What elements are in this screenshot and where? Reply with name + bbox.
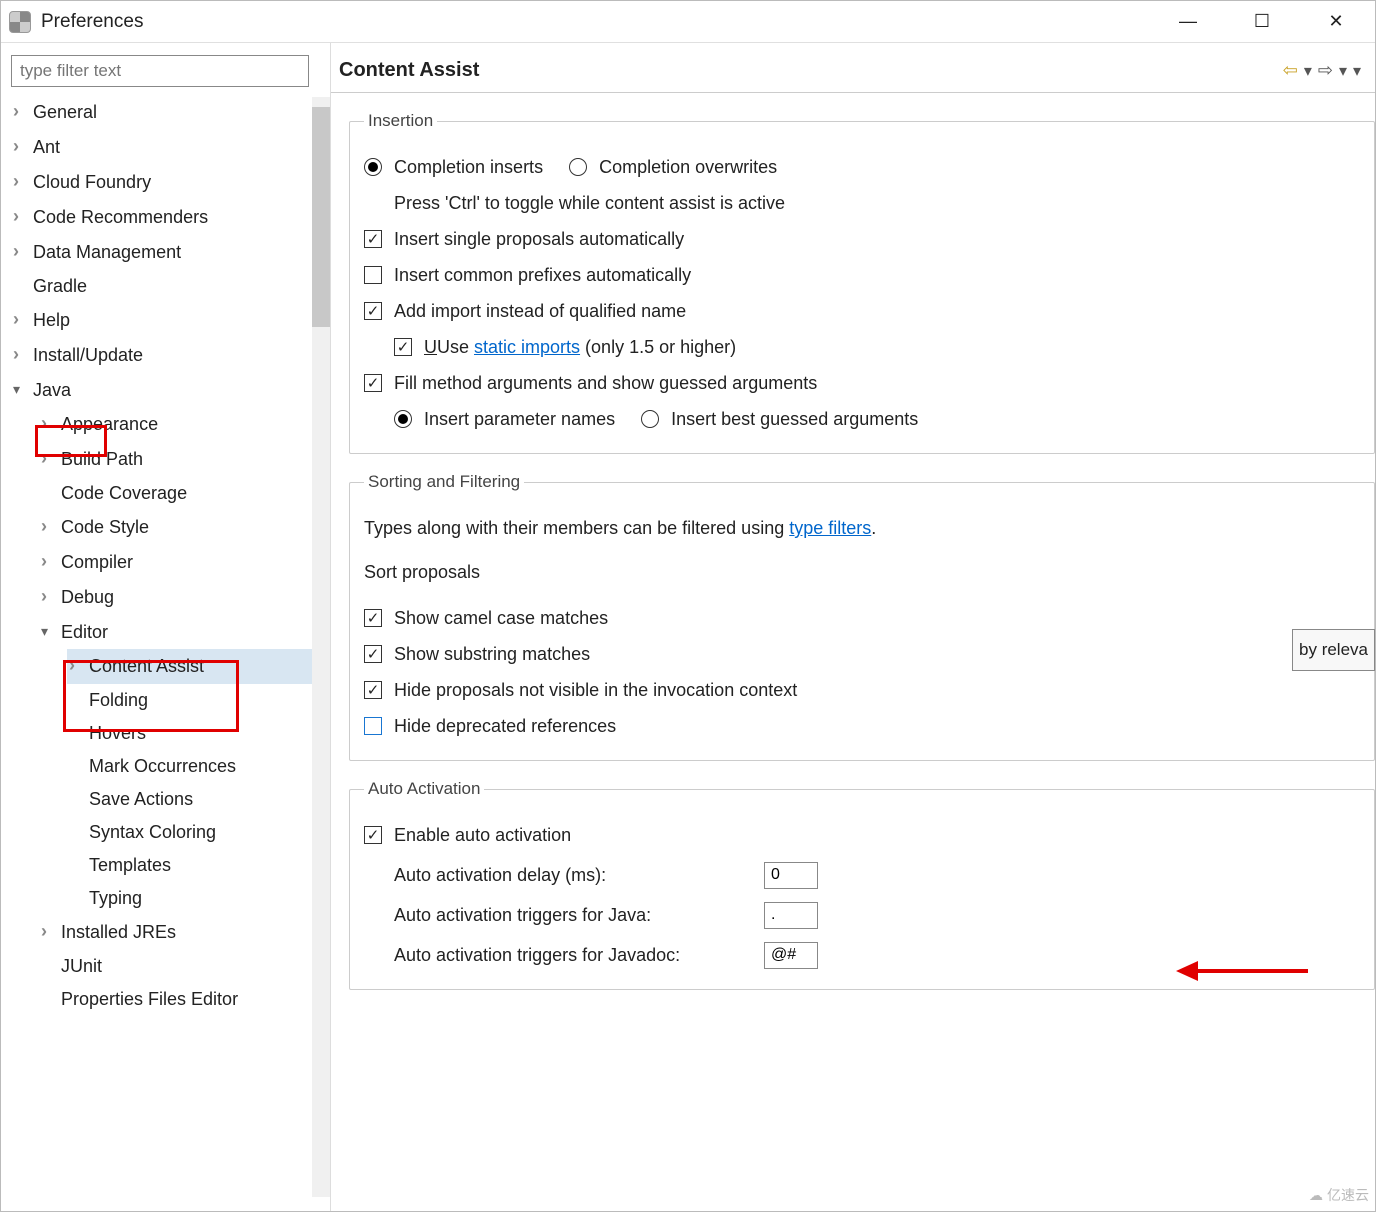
enable-auto-check[interactable]: [364, 826, 382, 844]
add-import-label: Add import instead of qualified name: [394, 293, 686, 329]
content-header: Content Assist ⇦ ▾ ⇨ ▾ ▾: [331, 49, 1375, 93]
tree-item-build-path[interactable]: Build Path: [39, 442, 324, 477]
triggers-doc-input[interactable]: [764, 942, 818, 969]
sidebar-scrollbar[interactable]: [312, 97, 330, 1197]
tree-item-install-update[interactable]: Install/Update: [11, 338, 324, 373]
tree-item-hovers[interactable]: Hovers: [67, 717, 324, 750]
content-panel: Content Assist ⇦ ▾ ⇨ ▾ ▾ Insertion Complet…: [331, 43, 1375, 1211]
triggers-java-input[interactable]: [764, 902, 818, 929]
nav-menu-icon[interactable]: ▾: [1353, 61, 1361, 81]
insert-best-label: Insert best guessed arguments: [671, 401, 918, 437]
nav-forward-menu-icon[interactable]: ▾: [1339, 61, 1347, 81]
insert-common-check[interactable]: [364, 266, 382, 284]
completion-overwrites-label: Completion overwrites: [599, 149, 777, 185]
insertion-group: Insertion Completion inserts Completion …: [349, 103, 1375, 454]
insert-common-label: Insert common prefixes automatically: [394, 257, 691, 293]
sorting-group: Sorting and Filtering Types along with t…: [349, 464, 1375, 761]
tree-item-compiler[interactable]: Compiler: [39, 545, 324, 580]
preferences-window: Preferences — ☐ ✕ General Ant Cloud Foun…: [0, 0, 1376, 1212]
page-title: Content Assist: [339, 59, 479, 82]
tree-item-save-actions[interactable]: Save Actions: [67, 783, 324, 816]
titlebar: Preferences — ☐ ✕: [1, 1, 1375, 43]
close-button[interactable]: ✕: [1317, 11, 1355, 32]
auto-legend: Auto Activation: [364, 771, 484, 807]
tree-item-content-assist[interactable]: Content Assist: [67, 649, 324, 684]
tree-item-code-recommenders[interactable]: Code Recommenders: [11, 200, 324, 235]
insert-param-label: Insert parameter names: [424, 401, 615, 437]
tree-item-properties-files-editor[interactable]: Properties Files Editor: [39, 983, 324, 1016]
sorting-legend: Sorting and Filtering: [364, 464, 524, 500]
insert-single-check[interactable]: [364, 230, 382, 248]
tree-item-cloud-foundry[interactable]: Cloud Foundry: [11, 165, 324, 200]
fill-method-check[interactable]: [364, 374, 382, 392]
show-substring-check[interactable]: [364, 645, 382, 663]
show-substring-label: Show substring matches: [394, 636, 590, 672]
hide-invisible-check[interactable]: [364, 681, 382, 699]
tree-item-syntax-coloring[interactable]: Syntax Coloring: [67, 816, 324, 849]
tree-item-typing[interactable]: Typing: [67, 882, 324, 915]
hide-deprecated-label: Hide deprecated references: [394, 708, 616, 744]
insert-best-radio[interactable]: [641, 410, 659, 428]
sidebar: General Ant Cloud Foundry Code Recommend…: [1, 43, 331, 1211]
minimize-button[interactable]: —: [1169, 11, 1207, 32]
window-controls: — ☐ ✕: [1169, 11, 1367, 32]
tree-item-junit[interactable]: JUnit: [39, 950, 324, 983]
window-title: Preferences: [41, 11, 143, 33]
annotation-arrow: [1176, 961, 1308, 981]
hide-deprecated-check[interactable]: [364, 717, 382, 735]
tree-item-appearance[interactable]: Appearance: [39, 407, 324, 442]
completion-overwrites-radio[interactable]: [569, 158, 587, 176]
watermark: ☁ 亿速云: [1309, 1185, 1369, 1205]
show-camel-check[interactable]: [364, 609, 382, 627]
tree-item-mark-occurrences[interactable]: Mark Occurrences: [67, 750, 324, 783]
maximize-button[interactable]: ☐: [1243, 11, 1281, 32]
triggers-doc-label: Auto activation triggers for Javadoc:: [394, 937, 754, 973]
hide-invisible-label: Hide proposals not visible in the invoca…: [394, 672, 797, 708]
fill-method-label: Fill method arguments and show guessed a…: [394, 365, 817, 401]
nav-back-menu-icon[interactable]: ▾: [1304, 61, 1312, 81]
completion-inserts-label: Completion inserts: [394, 149, 543, 185]
tree-item-templates[interactable]: Templates: [67, 849, 324, 882]
nav-forward-icon[interactable]: ⇨: [1318, 60, 1333, 81]
tree-item-help[interactable]: Help: [11, 303, 324, 338]
tree-item-debug[interactable]: Debug: [39, 580, 324, 615]
tree-item-installed-jres[interactable]: Installed JREs: [39, 915, 324, 950]
insertion-legend: Insertion: [364, 103, 437, 139]
delay-input[interactable]: [764, 862, 818, 889]
eclipse-icon: [9, 11, 31, 33]
sort-dropdown[interactable]: by releva: [1292, 629, 1375, 671]
preference-tree: General Ant Cloud Foundry Code Recommend…: [11, 95, 324, 1016]
use-static-check[interactable]: [394, 338, 412, 356]
add-import-check[interactable]: [364, 302, 382, 320]
triggers-java-label: Auto activation triggers for Java:: [394, 897, 754, 933]
delay-label: Auto activation delay (ms):: [394, 857, 754, 893]
tree-item-gradle[interactable]: Gradle: [11, 270, 324, 303]
tree-item-general[interactable]: General: [11, 95, 324, 130]
show-camel-label: Show camel case matches: [394, 600, 608, 636]
enable-auto-label: Enable auto activation: [394, 817, 571, 853]
insert-param-radio[interactable]: [394, 410, 412, 428]
filter-input[interactable]: [11, 55, 309, 87]
tree-item-code-style[interactable]: Code Style: [39, 510, 324, 545]
tree-item-folding[interactable]: Folding: [67, 684, 324, 717]
ctrl-hint: Press 'Ctrl' to toggle while content ass…: [364, 185, 1360, 221]
nav-back-icon[interactable]: ⇦: [1283, 60, 1298, 81]
completion-inserts-radio[interactable]: [364, 158, 382, 176]
tree-item-editor[interactable]: Editor: [39, 615, 324, 649]
static-imports-link[interactable]: static imports: [474, 337, 580, 357]
type-filters-link[interactable]: type filters: [789, 518, 871, 538]
tree-item-data-management[interactable]: Data Management: [11, 235, 324, 270]
sort-proposals-label: Sort proposals: [364, 554, 1360, 590]
tree-item-ant[interactable]: Ant: [11, 130, 324, 165]
insert-single-label: Insert single proposals automatically: [394, 221, 684, 257]
auto-activation-group: Auto Activation Enable auto activation A…: [349, 771, 1375, 990]
tree-item-code-coverage[interactable]: Code Coverage: [39, 477, 324, 510]
tree-item-java[interactable]: Java: [11, 373, 324, 407]
